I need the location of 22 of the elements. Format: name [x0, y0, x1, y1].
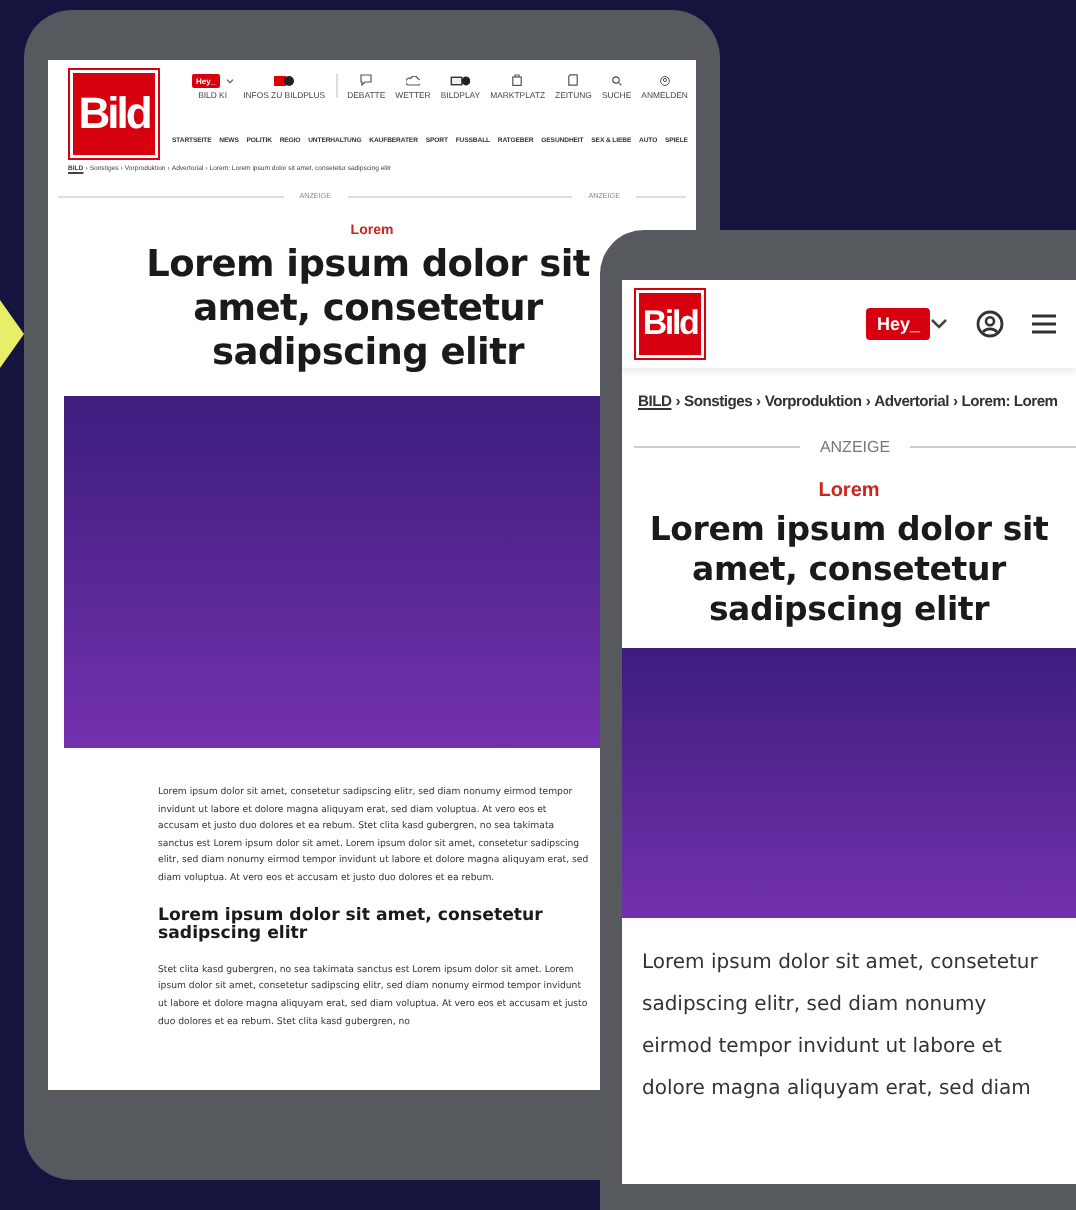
article-kicker: Lorem — [816, 478, 882, 502]
hey-badge[interactable]: Hey_ — [866, 308, 930, 340]
cloud-icon — [406, 75, 420, 85]
speech-bubble-icon — [360, 74, 373, 86]
play-screen-icon — [450, 75, 471, 85]
article-subheading: Lorem ipsum dolor sit amet, consetetur sadipscing elitr — [158, 907, 545, 946]
bild-logo[interactable]: Bild — [68, 68, 160, 160]
user-icon — [659, 75, 670, 85]
article-title: Lorem ipsum dolor sit amet, consetetur sadipscing elitr — [647, 508, 1051, 630]
search-icon — [611, 75, 622, 85]
ad-label: ANZEIGE — [819, 438, 891, 456]
chevron-down-icon — [225, 77, 234, 83]
article-title: Lorem ipsum dolor sit amet, consetetur sadipscing elitr — [144, 244, 592, 376]
chevron-down-icon[interactable] — [930, 318, 948, 330]
menu-icon[interactable] — [1032, 314, 1056, 334]
user-icon[interactable] — [976, 310, 1004, 338]
bild-logo[interactable]: Bild — [634, 288, 706, 360]
plus-badge-icon — [274, 75, 295, 85]
newspaper-icon — [568, 74, 579, 86]
arrow-icon — [0, 300, 24, 368]
article-paragraph: Lorem ipsum dolor sit amet, consetetur sadipscing elitr, sed diam nonumy eirmod tempor invidunt ut labore et dolore magna aliquyam erat, sed diam — [640, 950, 1040, 1104]
shopping-bag-icon — [512, 74, 523, 86]
